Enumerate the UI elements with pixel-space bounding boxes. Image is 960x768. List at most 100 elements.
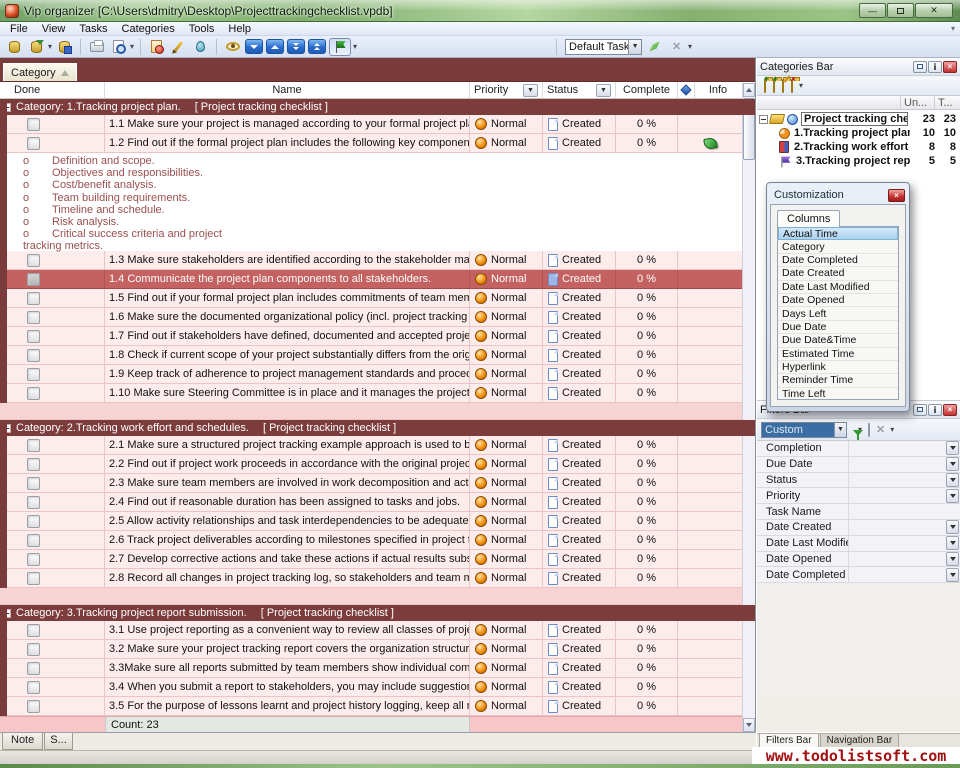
- done-checkbox[interactable]: [27, 496, 40, 509]
- task-view-dropdown-icon[interactable]: ▼: [628, 40, 641, 54]
- scroll-down-icon[interactable]: [743, 718, 755, 732]
- new-task-icon[interactable]: [147, 38, 166, 56]
- header-name[interactable]: Name: [105, 82, 470, 98]
- edit-category-icon[interactable]: [782, 80, 784, 92]
- new-category-icon[interactable]: +: [764, 80, 766, 92]
- filter-preset-dropdown-icon[interactable]: ▼: [834, 423, 846, 437]
- menu-overflow-icon[interactable]: ▾: [951, 24, 955, 33]
- edit-task-icon[interactable]: [169, 38, 188, 56]
- close-button[interactable]: ✕: [915, 3, 953, 18]
- status-filter-dropdown-icon[interactable]: ▼: [596, 84, 611, 97]
- list-item[interactable]: Due Date&Time: [778, 334, 898, 347]
- done-checkbox[interactable]: [27, 624, 40, 637]
- tree-item[interactable]: 2.Tracking work effort and 8 8: [757, 140, 960, 154]
- filter-value-dropdown-icon[interactable]: [946, 520, 959, 534]
- category-group-tab[interactable]: Category: [3, 63, 77, 81]
- menu-tools[interactable]: Tools: [182, 22, 222, 36]
- filter-value-dropdown-icon[interactable]: [946, 473, 959, 487]
- filter-value-dropdown-icon[interactable]: [946, 568, 959, 582]
- delete-category-icon[interactable]: ×: [791, 80, 793, 92]
- list-item[interactable]: Hyperlink: [778, 361, 898, 374]
- done-checkbox[interactable]: [27, 534, 40, 547]
- tree-item[interactable]: 1.Tracking project plan. 10 10: [757, 126, 960, 140]
- table-row[interactable]: 1.1 Make sure your project is managed ac…: [0, 115, 755, 134]
- view-dropdown-icon[interactable]: ▾: [688, 42, 692, 51]
- menu-categories[interactable]: Categories: [115, 22, 182, 36]
- table-row[interactable]: 1.2 Find out if the formal project plan …: [0, 134, 755, 153]
- done-checkbox[interactable]: [27, 118, 40, 131]
- table-row[interactable]: 2.1 Make sure a structured project track…: [0, 436, 755, 455]
- tab-more[interactable]: S...: [44, 733, 73, 750]
- filter-row[interactable]: Date Opened: [757, 552, 960, 568]
- table-row[interactable]: 1.9 Keep track of adherence to project m…: [0, 365, 755, 384]
- filters-toolbar-dropdown-icon[interactable]: ▾: [890, 425, 894, 434]
- collapse-icon[interactable]: [2, 103, 11, 112]
- list-item[interactable]: Date Created: [778, 267, 898, 280]
- print-dropdown-icon[interactable]: ▾: [130, 42, 134, 51]
- menu-view[interactable]: View: [35, 22, 73, 36]
- table-row[interactable]: 2.4 Find out if reasonable duration has …: [0, 493, 755, 512]
- move-bottom-button[interactable]: [287, 39, 305, 54]
- header-priority-sort[interactable]: [678, 82, 695, 98]
- done-checkbox[interactable]: [27, 439, 40, 452]
- move-down-button[interactable]: [245, 39, 263, 54]
- done-checkbox[interactable]: [27, 700, 40, 713]
- table-row[interactable]: 3.1 Use project reporting as a convenien…: [0, 621, 755, 640]
- close-panel-icon[interactable]: ×: [943, 404, 957, 416]
- list-item[interactable]: Days Left: [778, 307, 898, 320]
- filter-row[interactable]: Date Completed: [757, 567, 960, 583]
- table-row[interactable]: 3.2 Make sure your project tracking repo…: [0, 640, 755, 659]
- task-view-combo[interactable]: Default Task V ▼: [565, 39, 642, 55]
- view-task-icon[interactable]: [223, 38, 242, 56]
- list-item[interactable]: Category: [778, 240, 898, 253]
- table-row[interactable]: 2.8 Record all changes in project tracki…: [0, 569, 755, 588]
- open-database-icon[interactable]: [27, 38, 46, 56]
- header-info[interactable]: Info: [695, 82, 741, 98]
- restore-panel-icon[interactable]: [913, 404, 927, 416]
- done-checkbox[interactable]: [27, 643, 40, 656]
- filter-row[interactable]: Completion: [757, 441, 960, 457]
- priority-filter-dropdown-icon[interactable]: ▼: [523, 84, 538, 97]
- new-subcategory-icon[interactable]: +: [773, 80, 775, 92]
- flag-toggle-button[interactable]: [329, 38, 351, 56]
- list-item[interactable]: Date Opened: [778, 294, 898, 307]
- header-complete[interactable]: Complete: [616, 82, 678, 98]
- tree-item[interactable]: Project tracking checklist 23 23: [757, 112, 960, 126]
- clear-view-icon[interactable]: ✕: [667, 38, 686, 56]
- collapse-icon[interactable]: [2, 609, 11, 618]
- table-row-selected[interactable]: 1.4 Communicate the project plan compone…: [0, 270, 755, 289]
- header-done[interactable]: Done: [0, 82, 105, 98]
- restore-panel-icon[interactable]: [913, 61, 927, 73]
- remove-filter-icon[interactable]: ✕: [876, 423, 885, 436]
- table-row[interactable]: 1.3 Make sure stakeholders are identifie…: [0, 251, 755, 270]
- restore-button[interactable]: [887, 3, 914, 18]
- list-item[interactable]: Actual Time: [778, 227, 898, 240]
- done-checkbox[interactable]: [27, 515, 40, 528]
- flag-dropdown-icon[interactable]: ▾: [353, 42, 357, 51]
- list-item[interactable]: Time Left: [778, 388, 898, 400]
- categories-toolbar-dropdown-icon[interactable]: ▾: [799, 81, 803, 90]
- table-row[interactable]: 1.10 Make sure Steering Committee is in …: [0, 384, 755, 403]
- menu-help[interactable]: Help: [221, 22, 258, 36]
- filter-value-dropdown-icon[interactable]: [946, 489, 959, 503]
- done-checkbox[interactable]: [27, 572, 40, 585]
- delete-task-icon[interactable]: [191, 38, 210, 56]
- filter-preset-combo[interactable]: Custom ▼: [761, 422, 847, 438]
- tree-item[interactable]: 3.Tracking project report 5 5: [757, 154, 960, 168]
- filter-value-dropdown-icon[interactable]: [946, 536, 959, 550]
- done-checkbox[interactable]: [27, 458, 40, 471]
- vertical-scrollbar[interactable]: [742, 83, 755, 732]
- done-checkbox[interactable]: [27, 477, 40, 490]
- info-icon[interactable]: [703, 136, 718, 149]
- done-checkbox[interactable]: [27, 273, 40, 286]
- done-checkbox[interactable]: [27, 330, 40, 343]
- done-checkbox[interactable]: [27, 137, 40, 150]
- done-checkbox[interactable]: [27, 349, 40, 362]
- table-row[interactable]: 1.8 Check if current scope of your proje…: [0, 346, 755, 365]
- collapse-icon[interactable]: [2, 424, 11, 433]
- filter-value-dropdown-icon[interactable]: [946, 552, 959, 566]
- done-checkbox[interactable]: [27, 311, 40, 324]
- filter-row[interactable]: Due Date: [757, 457, 960, 473]
- category-header-row[interactable]: Category: 2.Tracking work effort and sch…: [0, 420, 755, 436]
- scroll-up-icon[interactable]: [743, 83, 755, 97]
